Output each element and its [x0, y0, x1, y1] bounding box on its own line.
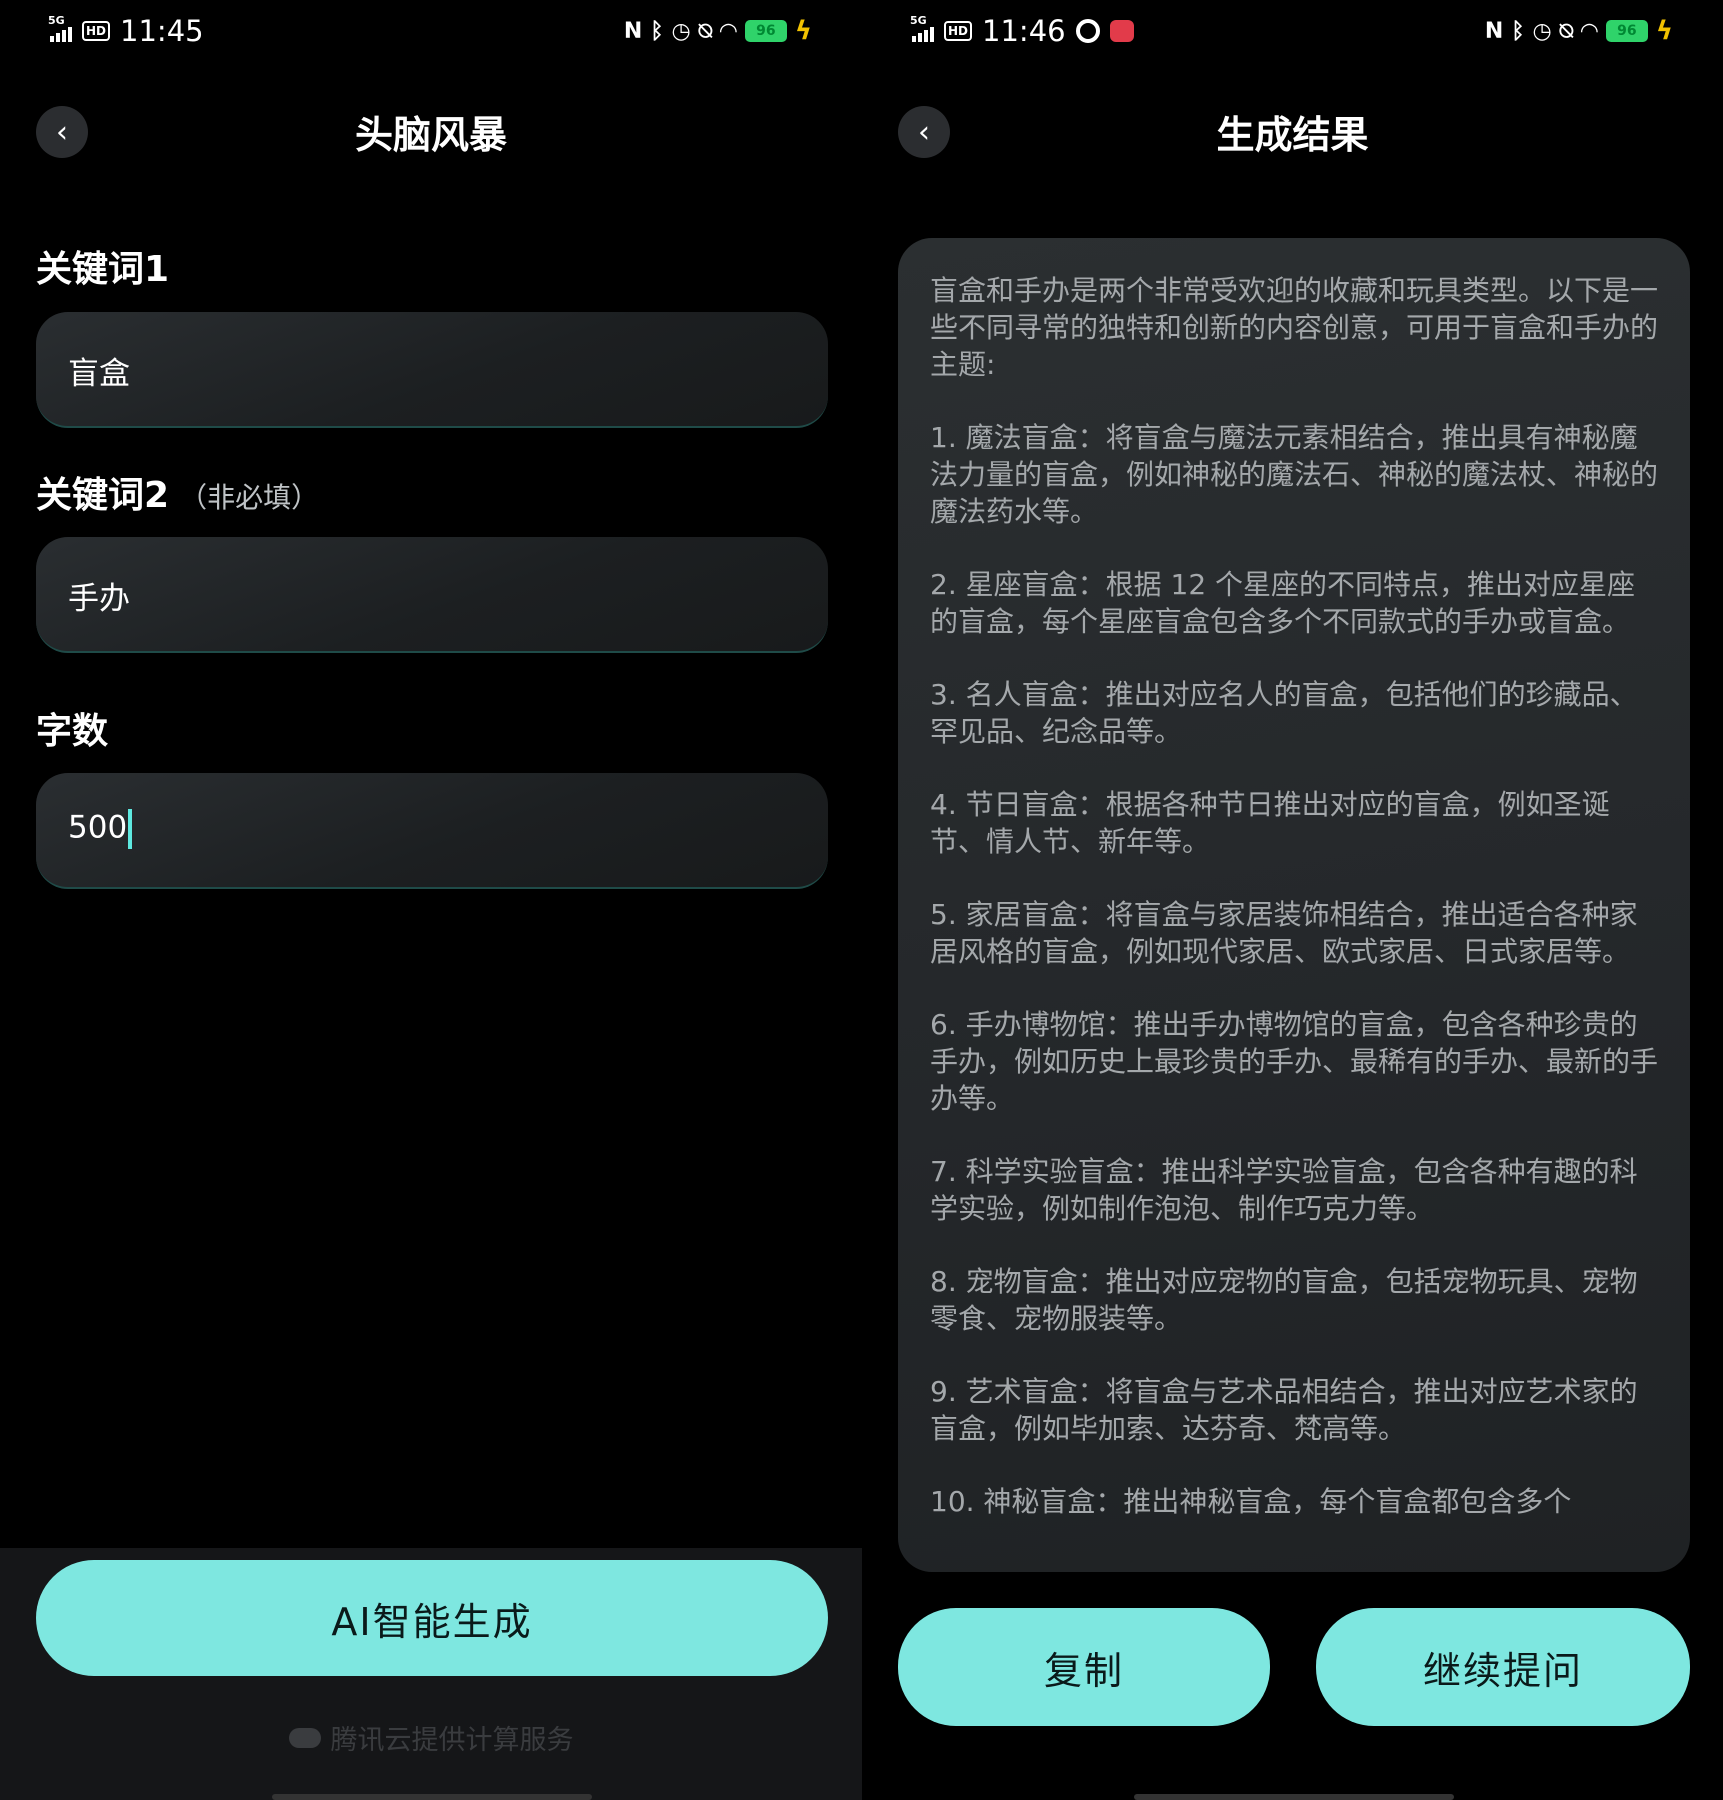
- keyword2-value: 手办: [68, 581, 130, 617]
- battery-icon: 96: [744, 20, 787, 42]
- brainstorm-screen: 5G HD 11:45 Ν ᛒ ◷ ⍉ ◠ 96 ϟ ‹ 头脑风暴 关键词1 盲…: [0, 0, 862, 1800]
- status-time: 11:46: [982, 14, 1066, 48]
- status-bar: 5G HD 11:46 Ν ᛒ ◷ ⍉ ◠ 96 ϟ: [862, 0, 1723, 64]
- optional-hint: （非必填）: [179, 481, 320, 514]
- text-caret: [128, 809, 133, 849]
- signal-icon: 5G: [910, 14, 934, 42]
- ai-generate-button[interactable]: AI智能生成: [36, 1560, 828, 1676]
- hd-badge: HD: [82, 21, 111, 41]
- alarm-icon: ◷: [1532, 18, 1552, 44]
- status-bar: 5G HD 11:45 Ν ᛒ ◷ ⍉ ◠ 96 ϟ: [0, 0, 862, 64]
- keyword2-label: 关键词2 （非必填）: [36, 475, 320, 516]
- wifi-icon: ◠: [719, 18, 737, 44]
- wifi-icon: ◠: [1580, 18, 1598, 44]
- result-screen: 5G HD 11:46 Ν ᛒ ◷ ⍉ ◠ 96 ϟ ‹ 生成结果 盲盒和手办是…: [862, 0, 1723, 1800]
- result-paragraph: 6. 手办博物馆：推出手办博物馆的盲盒，包含各种珍贵的手办，例如历史上最珍贵的手…: [930, 1008, 1659, 1115]
- word-count-value: 500: [68, 809, 133, 849]
- home-indicator[interactable]: [272, 1794, 592, 1800]
- mute-icon: ⍉: [698, 18, 712, 44]
- signal-icon: 5G: [48, 14, 72, 42]
- result-paragraph: 盲盒和手办是两个非常受欢迎的收藏和玩具类型。以下是一些不同寻常的独特和创新的内容…: [930, 274, 1659, 381]
- keyword1-label: 关键词1: [36, 249, 170, 290]
- result-paragraph: 1. 魔法盲盒：将盲盒与魔法元素相结合，推出具有神秘魔法力量的盲盒，例如神秘的魔…: [930, 421, 1659, 528]
- battery-icon: 96: [1605, 20, 1648, 42]
- nfc-icon: Ν: [1484, 18, 1504, 44]
- bluetooth-icon: ᛒ: [650, 18, 664, 44]
- page-title: 头脑风暴: [354, 113, 507, 157]
- result-paragraph: 4. 节日盲盒：根据各种节日推出对应的盲盒，例如圣诞节、情人节、新年等。: [930, 788, 1610, 858]
- alarm-icon: ◷: [671, 18, 691, 44]
- result-paragraph: 3. 名人盲盒：推出对应名人的盲盒，包括他们的珍藏品、罕见品、纪念品等。: [930, 678, 1638, 748]
- copy-button[interactable]: 复制: [898, 1608, 1270, 1726]
- keyword1-value: 盲盒: [68, 356, 130, 392]
- word-count-label: 字数: [36, 711, 109, 752]
- cloud-icon: [288, 1727, 321, 1748]
- charging-icon: ϟ: [794, 16, 812, 46]
- result-paragraph: 2. 星座盲盒：根据 12 个星座的不同特点，推出对应星座的盲盒，每个星座盲盒包…: [930, 568, 1636, 638]
- home-indicator[interactable]: [1134, 1794, 1454, 1800]
- charging-icon: ϟ: [1655, 16, 1673, 46]
- result-card[interactable]: 盲盒和手办是两个非常受欢迎的收藏和玩具类型。以下是一些不同寻常的独特和创新的内容…: [898, 238, 1690, 1572]
- result-paragraph: 9. 艺术盲盒：将盲盒与艺术品相结合，推出对应艺术家的盲盒，例如毕加索、达芬奇、…: [930, 1375, 1638, 1445]
- nfc-icon: Ν: [623, 18, 643, 44]
- search-app-icon: [1075, 19, 1100, 43]
- keyword1-input[interactable]: 盲盒: [36, 312, 828, 428]
- keyword2-input[interactable]: 手办: [36, 537, 828, 653]
- mute-icon: ⍉: [1559, 18, 1573, 44]
- hd-badge: HD: [944, 21, 973, 41]
- app-notification-icon: [1109, 20, 1134, 42]
- provider-note: 腾讯云提供计算服务: [0, 1718, 862, 1757]
- page-title: 生成结果: [1216, 113, 1369, 157]
- result-paragraph: 8. 宠物盲盒：推出对应宠物的盲盒，包括宠物玩具、宠物零食、宠物服装等。: [930, 1265, 1638, 1335]
- word-count-input[interactable]: 500: [36, 773, 828, 889]
- result-paragraph: 7. 科学实验盲盒：推出科学实验盲盒，包含各种有趣的科学实验，例如制作泡泡、制作…: [930, 1155, 1638, 1225]
- bluetooth-icon: ᛒ: [1511, 18, 1525, 44]
- status-time: 11:45: [120, 14, 204, 48]
- continue-asking-button[interactable]: 继续提问: [1316, 1608, 1690, 1726]
- result-paragraph: 10. 神秘盲盒：推出神秘盲盒，每个盲盒都包含多个: [930, 1485, 1572, 1518]
- result-text: 盲盒和手办是两个非常受欢迎的收藏和玩具类型。以下是一些不同寻常的独特和创新的内容…: [930, 272, 1660, 1556]
- result-paragraph: 5. 家居盲盒：将盲盒与家居装饰相结合，推出适合各种家居风格的盲盒，例如现代家居…: [930, 898, 1638, 968]
